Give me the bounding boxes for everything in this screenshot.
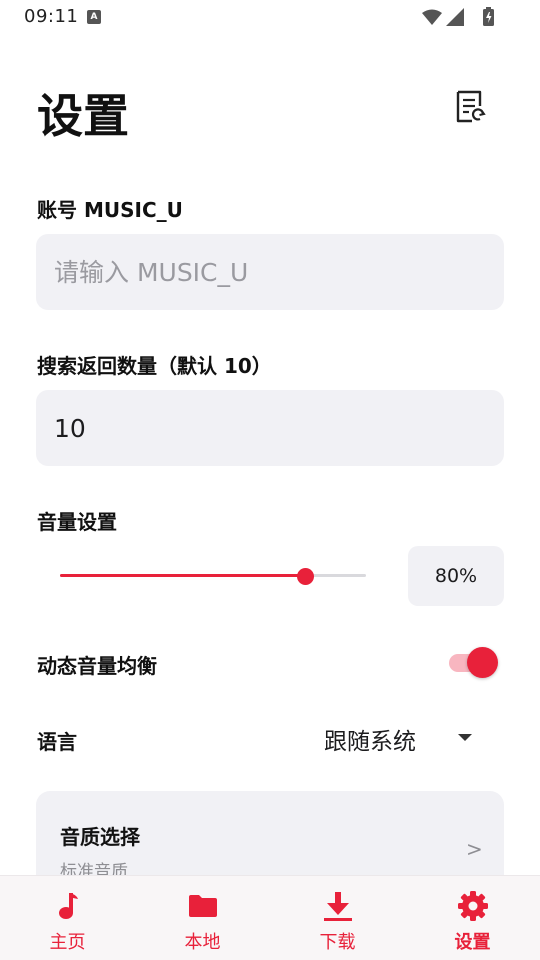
nav-item-home[interactable]: 主页 xyxy=(0,876,135,960)
folder-icon xyxy=(188,895,217,917)
battery-charging-icon xyxy=(483,7,494,26)
language-label: 语言 xyxy=(37,730,77,754)
volume-slider[interactable] xyxy=(60,568,366,585)
download-icon xyxy=(323,892,352,921)
document-refresh-button[interactable] xyxy=(454,88,488,126)
music-note-icon xyxy=(58,893,78,919)
account-field-container xyxy=(36,234,504,310)
quality-title: 音质选择 xyxy=(60,825,140,849)
nav-item-settings[interactable]: 设置 xyxy=(405,876,540,960)
chevron-right-icon: > xyxy=(466,837,483,861)
search-count-field-container xyxy=(36,390,504,466)
nav-label-download: 下载 xyxy=(319,932,356,953)
search-count-label: 搜索返回数量（默认 10） xyxy=(37,354,272,378)
dynamic-volume-toggle[interactable] xyxy=(447,647,501,679)
status-bar: 09:11 A xyxy=(0,0,540,34)
toggle-knob xyxy=(467,647,498,678)
volume-value: 80% xyxy=(408,546,504,606)
document-refresh-icon xyxy=(456,90,486,123)
account-label: 账号 MUSIC_U xyxy=(37,198,183,222)
nav-label-local: 本地 xyxy=(184,932,221,953)
notification-icon: A xyxy=(87,10,101,24)
dynamic-volume-label: 动态音量均衡 xyxy=(37,654,157,678)
status-time: 09:11 xyxy=(24,6,79,27)
nav-item-local[interactable]: 本地 xyxy=(135,876,270,960)
slider-fill xyxy=(60,574,305,577)
slider-thumb[interactable] xyxy=(296,568,314,585)
bottom-nav: 主页 本地 下载 设置 xyxy=(0,876,540,960)
nav-item-download[interactable]: 下载 xyxy=(270,876,405,960)
wifi-icon xyxy=(422,9,442,25)
gear-icon xyxy=(457,891,488,921)
nav-label-settings: 设置 xyxy=(454,932,491,953)
account-input[interactable] xyxy=(36,234,504,310)
volume-label: 音量设置 xyxy=(37,510,117,534)
signal-icon xyxy=(446,8,464,26)
status-icons xyxy=(420,7,500,27)
nav-label-home: 主页 xyxy=(49,932,86,953)
language-dropdown[interactable]: 跟随系统 xyxy=(318,716,486,760)
language-value: 跟随系统 xyxy=(324,729,416,755)
dropdown-arrow-icon xyxy=(458,734,472,741)
search-count-input[interactable] xyxy=(36,390,504,466)
page-title: 设置 xyxy=(37,89,129,143)
